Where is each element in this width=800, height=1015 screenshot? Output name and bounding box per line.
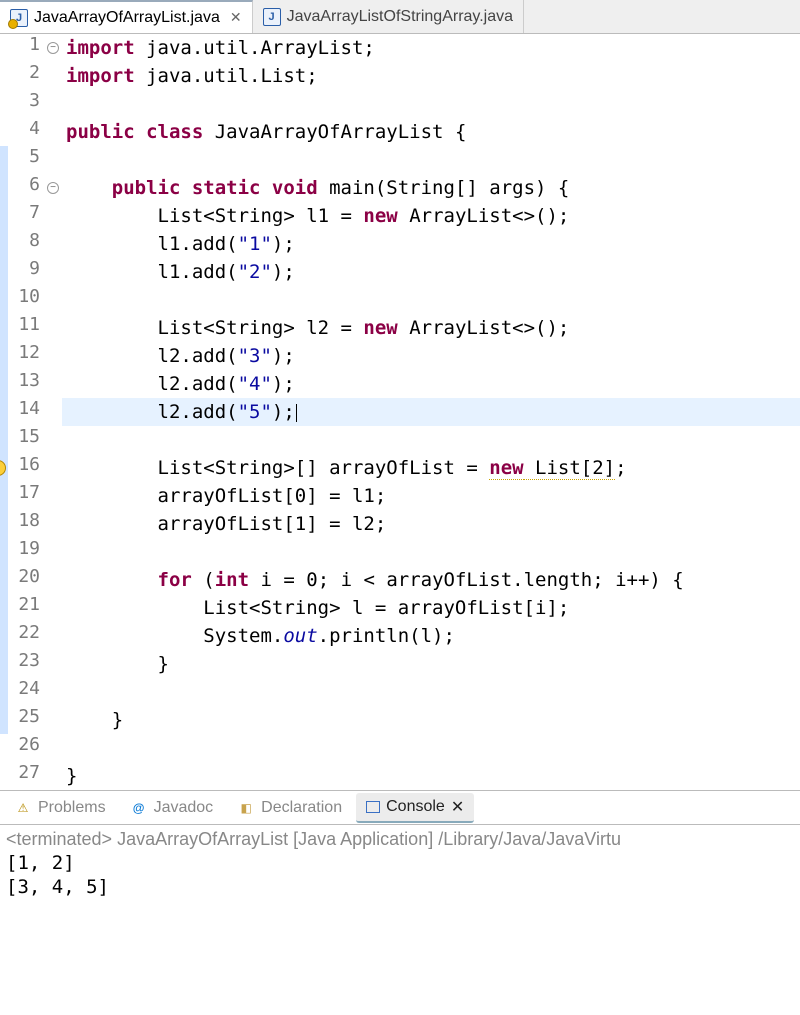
tab-problems[interactable]: ⚠ Problems: [4, 795, 116, 821]
line-number: 15: [8, 426, 40, 454]
line-number: 5: [8, 146, 40, 174]
tab-inactive-file[interactable]: J JavaArrayListOfStringArray.java: [253, 0, 524, 33]
code-line[interactable]: }: [62, 650, 800, 678]
code-line[interactable]: l1.add("2");: [62, 258, 800, 286]
javadoc-icon: @: [130, 799, 148, 817]
close-icon[interactable]: ✕: [451, 797, 464, 817]
code-line[interactable]: [62, 286, 800, 314]
console-output-line: [1, 2]: [6, 850, 794, 874]
line-number: 4: [8, 118, 40, 146]
line-number: 20: [8, 566, 40, 594]
line-number: 18: [8, 510, 40, 538]
console-body[interactable]: <terminated> JavaArrayOfArrayList [Java …: [0, 825, 800, 902]
code-line[interactable]: arrayOfList[1] = l2;: [62, 510, 800, 538]
line-number: 10: [8, 286, 40, 314]
line-number: 21: [8, 594, 40, 622]
code-line[interactable]: arrayOfList[0] = l1;: [62, 482, 800, 510]
tab-javadoc[interactable]: @ Javadoc: [120, 795, 224, 821]
code-line[interactable]: import java.util.ArrayList;: [62, 34, 800, 62]
line-number: 6: [8, 174, 40, 202]
line-number: 13: [8, 370, 40, 398]
text-cursor: [296, 404, 297, 422]
code-editor[interactable]: 1234567891011121314151617181920212223242…: [0, 34, 800, 791]
line-number: 25: [8, 706, 40, 734]
code-line[interactable]: System.out.println(l);: [62, 622, 800, 650]
console-output-line: [3, 4, 5]: [6, 874, 794, 898]
tab-label: JavaArrayOfArrayList.java: [34, 9, 220, 27]
line-number: 22: [8, 622, 40, 650]
tab-declaration[interactable]: ◧ Declaration: [227, 795, 352, 821]
console-status: <terminated> JavaArrayOfArrayList [Java …: [6, 829, 794, 850]
code-line[interactable]: l1.add("1");: [62, 230, 800, 258]
code-line[interactable]: l2.add("5");: [62, 398, 800, 426]
code-line[interactable]: [62, 678, 800, 706]
problems-icon: ⚠: [14, 799, 32, 817]
code-line[interactable]: }: [62, 762, 800, 790]
line-number: 8: [8, 230, 40, 258]
code-line[interactable]: l2.add("4");: [62, 370, 800, 398]
fold-toggle-icon[interactable]: −: [47, 42, 59, 54]
code-line[interactable]: [62, 734, 800, 762]
code-line[interactable]: List<String> l = arrayOfList[i];: [62, 594, 800, 622]
source-code[interactable]: import java.util.ArrayList;import java.u…: [62, 34, 800, 790]
code-line[interactable]: [62, 426, 800, 454]
editor-tabbar: J JavaArrayOfArrayList.java ✕ J JavaArra…: [0, 0, 800, 34]
tab-label: Problems: [38, 799, 106, 817]
line-number: 23: [8, 650, 40, 678]
line-number: 19: [8, 538, 40, 566]
tab-label: Javadoc: [154, 799, 214, 817]
code-line[interactable]: for (int i = 0; i < arrayOfList.length; …: [62, 566, 800, 594]
line-number-gutter: 1234567891011121314151617181920212223242…: [8, 34, 44, 790]
tab-console[interactable]: Console ✕: [356, 793, 474, 823]
code-line[interactable]: }: [62, 706, 800, 734]
code-line[interactable]: List<String> l1 = new ArrayList<>();: [62, 202, 800, 230]
line-number: 27: [8, 762, 40, 790]
code-line[interactable]: import java.util.List;: [62, 62, 800, 90]
line-number: 24: [8, 678, 40, 706]
java-file-icon: J: [263, 8, 281, 26]
bottom-panel: ⚠ Problems @ Javadoc ◧ Declaration Conso…: [0, 791, 800, 902]
code-line[interactable]: public static void main(String[] args) {: [62, 174, 800, 202]
fold-toggle-icon[interactable]: −: [47, 182, 59, 194]
line-number: 3: [8, 90, 40, 118]
line-number: 9: [8, 258, 40, 286]
line-number: 17: [8, 482, 40, 510]
line-number: 12: [8, 342, 40, 370]
bottom-panel-tabs: ⚠ Problems @ Javadoc ◧ Declaration Conso…: [0, 791, 800, 825]
line-number: 2: [8, 62, 40, 90]
line-number: 1: [8, 34, 40, 62]
tab-label: JavaArrayListOfStringArray.java: [287, 8, 513, 26]
line-number: 16: [8, 454, 40, 482]
console-icon: [366, 801, 380, 813]
fold-column: −−: [44, 34, 62, 790]
line-number: 11: [8, 314, 40, 342]
declaration-icon: ◧: [237, 799, 255, 817]
code-line[interactable]: [62, 90, 800, 118]
java-file-icon: J: [10, 9, 28, 27]
code-line[interactable]: List<String>[] arrayOfList = new List[2]…: [62, 454, 800, 482]
code-line[interactable]: l2.add("3");: [62, 342, 800, 370]
code-line[interactable]: [62, 538, 800, 566]
code-line[interactable]: [62, 146, 800, 174]
line-number: 26: [8, 734, 40, 762]
code-line[interactable]: List<String> l2 = new ArrayList<>();: [62, 314, 800, 342]
line-number: 14: [8, 398, 40, 426]
line-number: 7: [8, 202, 40, 230]
code-line[interactable]: public class JavaArrayOfArrayList {: [62, 118, 800, 146]
tab-active-file[interactable]: J JavaArrayOfArrayList.java ✕: [0, 0, 253, 33]
tab-label: Console: [386, 798, 445, 816]
tab-label: Declaration: [261, 799, 342, 817]
marker-column: [0, 34, 8, 790]
close-icon[interactable]: ✕: [226, 9, 242, 26]
